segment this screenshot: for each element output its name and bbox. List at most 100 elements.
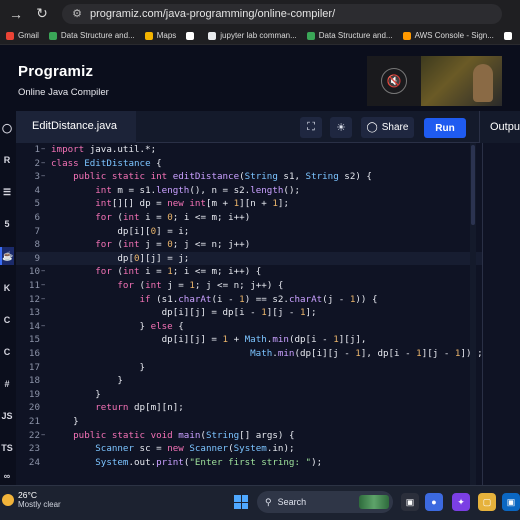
c-icon[interactable]: C xyxy=(0,311,14,329)
javascript-icon[interactable]: JS xyxy=(0,407,14,425)
kotlin-icon[interactable]: K xyxy=(0,279,14,297)
video-call-overlay[interactable]: 🔇 xyxy=(367,56,502,106)
code-text[interactable]: dp[0][j] = j; xyxy=(51,252,189,266)
weather-widget[interactable]: 26°C Mostly clear xyxy=(2,490,61,510)
code-line[interactable]: 21 } xyxy=(16,415,482,429)
fold-toggle-icon[interactable]: − xyxy=(41,170,49,184)
code-line[interactable]: 19 } xyxy=(16,388,482,402)
cpp-icon[interactable]: C xyxy=(0,343,14,361)
code-line[interactable]: 17 } xyxy=(16,361,482,375)
theme-toggle-icon[interactable]: ☀ xyxy=(330,117,352,138)
html-icon[interactable]: 5 xyxy=(0,215,14,233)
code-line[interactable]: 8 for (int j = 0; j <= n; j++) xyxy=(16,238,482,252)
code-text[interactable]: for (int j = 0; j <= n; j++) xyxy=(51,238,250,252)
run-button[interactable]: Run xyxy=(424,118,466,138)
java-icon[interactable]: ☕ xyxy=(0,247,14,265)
start-button[interactable] xyxy=(234,495,248,509)
code-text[interactable]: dp[i][j] = 1 + Math.min(dp[i - 1][j], xyxy=(51,333,367,347)
python-icon[interactable]: ◯ xyxy=(0,119,14,137)
code-text[interactable]: dp[i][0] = i; xyxy=(51,225,189,239)
sql-icon[interactable]: ☰ xyxy=(0,183,14,201)
code-text[interactable]: } xyxy=(51,415,79,429)
code-text[interactable]: return dp[m][n]; xyxy=(51,401,184,415)
store-icon[interactable]: ▣ xyxy=(502,493,520,511)
line-number: 18 xyxy=(28,375,40,387)
editor-scrollbar[interactable] xyxy=(470,143,476,485)
forward-icon[interactable]: → xyxy=(6,4,26,24)
address-bar[interactable]: ⚙ programiz.com/java-programming/online-… xyxy=(62,3,502,24)
bookmark-item[interactable]: Data Structure and... xyxy=(306,31,393,40)
fold-toggle-icon[interactable]: − xyxy=(41,320,49,334)
fold-toggle-icon[interactable]: − xyxy=(41,279,49,293)
code-text[interactable]: if (s1.charAt(i - 1) == s2.charAt(j - 1)… xyxy=(51,293,378,307)
code-text[interactable]: public static int editDistance(String s1… xyxy=(51,170,372,184)
reload-icon[interactable]: ↻ xyxy=(32,4,52,24)
code-line[interactable]: 5 int[][] dp = new int[m + 1][n + 1]; xyxy=(16,197,482,211)
code-text[interactable]: } else { xyxy=(51,320,184,334)
code-line[interactable]: 4 int m = s1.length(), n = s2.length(); xyxy=(16,184,482,198)
code-text[interactable]: for (int i = 1; i <= m; i++) { xyxy=(51,265,261,279)
code-line[interactable]: 12− if (s1.charAt(i - 1) == s2.charAt(j … xyxy=(16,293,482,307)
code-line[interactable]: 20 return dp[m][n]; xyxy=(16,401,482,415)
bookmark-item[interactable] xyxy=(503,31,516,40)
tab-editdistance-java[interactable]: EditDistance.java xyxy=(16,111,136,143)
code-line[interactable]: 16 Math.min(dp[i][j - 1], dp[i - 1][j - … xyxy=(16,347,482,361)
code-text[interactable]: dp[i][j] = dp[i - 1][j - 1]; xyxy=(51,306,317,320)
code-line[interactable]: 13 dp[i][j] = dp[i - 1][j - 1]; xyxy=(16,306,482,320)
copilot-icon[interactable]: ✦ xyxy=(452,493,470,511)
code-line[interactable]: 15 dp[i][j] = 1 + Math.min(dp[i - 1][j], xyxy=(16,333,482,347)
code-text[interactable]: Scanner sc = new Scanner(System.in); xyxy=(51,442,294,456)
fold-toggle-icon[interactable]: − xyxy=(41,143,49,157)
code-line[interactable]: 18 } xyxy=(16,374,482,388)
chrome-icon[interactable]: ● xyxy=(425,493,443,511)
code-text[interactable]: for (int i = 0; i <= m; i++) xyxy=(51,211,250,225)
code-editor[interactable]: 1− import java.util.*; 2− class EditDistanc… xyxy=(16,143,482,485)
code-text[interactable]: } xyxy=(51,361,146,375)
code-line[interactable]: 6 for (int i = 0; i <= m; i++) xyxy=(16,211,482,225)
code-text[interactable]: for (int j = 1; j <= n; j++) { xyxy=(51,279,283,293)
fold-toggle-icon[interactable]: − xyxy=(41,293,49,307)
bookmark-item[interactable]: Maps xyxy=(144,31,176,40)
code-text[interactable]: } xyxy=(51,388,101,402)
code-line[interactable]: 9 dp[0][j] = j; xyxy=(16,251,482,266)
taskbar-search[interactable]: ⚲ Search xyxy=(257,491,393,513)
fold-toggle-icon[interactable]: − xyxy=(41,157,49,171)
code-line[interactable]: 3− public static int editDistance(String… xyxy=(16,170,482,184)
code-line[interactable]: 11− for (int j = 1; j <= n; j++) { xyxy=(16,279,482,293)
bookmark-item[interactable] xyxy=(186,31,198,40)
task-view-icon[interactable]: ▣ xyxy=(401,493,419,511)
code-text[interactable]: class EditDistance { xyxy=(51,157,162,171)
bookmark-item[interactable]: jupyter lab comman... xyxy=(208,31,297,40)
bookmark-item[interactable]: Data Structure and... xyxy=(48,31,135,40)
code-text[interactable]: } xyxy=(51,374,123,388)
bookmark-item[interactable]: Gmail xyxy=(6,31,39,40)
code-line[interactable]: 7 dp[i][0] = i; xyxy=(16,225,482,239)
code-line[interactable]: 1− import java.util.*; xyxy=(16,143,482,157)
scrollbar-thumb[interactable] xyxy=(471,145,475,225)
code-line[interactable]: 2− class EditDistance { xyxy=(16,157,482,171)
fold-toggle-icon[interactable]: − xyxy=(41,429,49,443)
share-button[interactable]: ◯ Share xyxy=(361,117,414,138)
site-info-icon[interactable]: ⚙ xyxy=(70,7,84,21)
code-line[interactable]: 24 System.out.print("Enter first string:… xyxy=(16,456,482,470)
code-text[interactable]: int[][] dp = new int[m + 1][n + 1]; xyxy=(51,197,289,211)
code-text[interactable]: public static void main(String[] args) { xyxy=(51,429,294,443)
code-line[interactable]: 10− for (int i = 1; i <= m; i++) { xyxy=(16,265,482,279)
code-line[interactable]: 14− } else { xyxy=(16,320,482,334)
code-text[interactable]: int m = s1.length(), n = s2.length(); xyxy=(51,184,300,198)
programiz-logo[interactable]: Programiz xyxy=(18,63,93,80)
go-icon[interactable]: ∞ xyxy=(0,467,14,485)
code-text[interactable]: Math.min(dp[i][j - 1], dp[i - 1][j - 1])… xyxy=(51,347,482,361)
fold-toggle-icon[interactable]: − xyxy=(41,265,49,279)
csharp-icon[interactable]: # xyxy=(0,375,14,393)
fullscreen-icon[interactable]: ⛶ xyxy=(300,117,322,138)
r-icon[interactable]: R xyxy=(0,151,14,169)
code-line[interactable]: 22− public static void main(String[] arg… xyxy=(16,429,482,443)
code-line[interactable]: 23 Scanner sc = new Scanner(System.in); xyxy=(16,442,482,456)
typescript-icon[interactable]: TS xyxy=(0,439,14,457)
code-text[interactable]: import java.util.*; xyxy=(51,143,156,157)
bookmark-item[interactable]: AWS Console - Sign... xyxy=(402,31,494,40)
file-explorer-icon[interactable]: ▢ xyxy=(478,493,496,511)
code-text[interactable]: System.out.print("Enter first string: ")… xyxy=(51,456,322,470)
search-icon: ⚲ xyxy=(265,496,272,507)
